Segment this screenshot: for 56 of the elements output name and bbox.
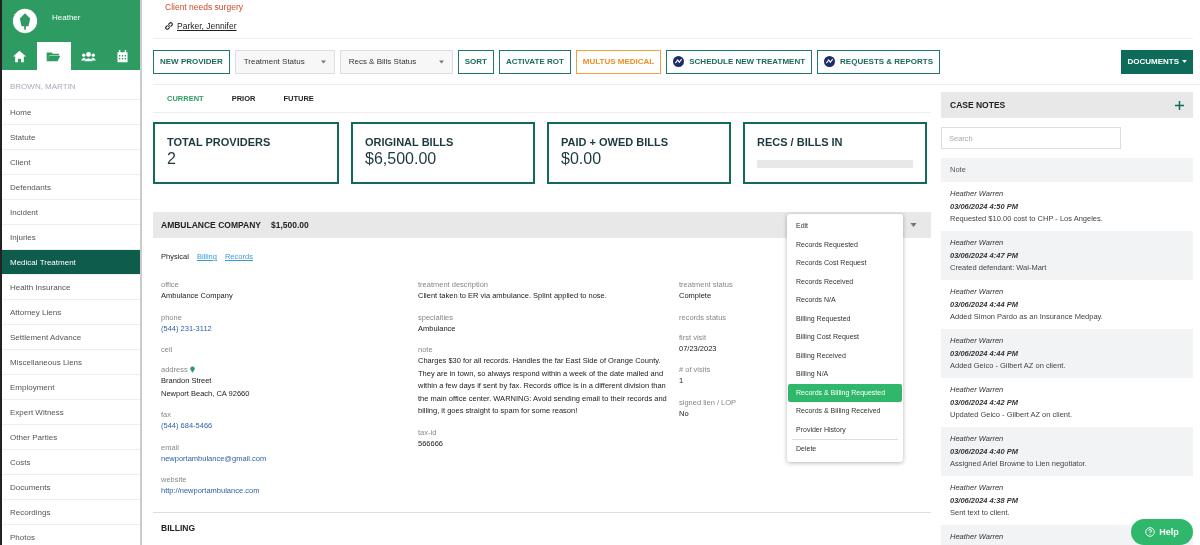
sidebar-item[interactable]: Defendants bbox=[2, 175, 140, 200]
sidebar-item[interactable]: Miscellaneous Liens bbox=[2, 350, 140, 375]
caret-icon[interactable] bbox=[910, 223, 917, 227]
status-dropdown[interactable]: Treatment Status bbox=[234, 49, 335, 74]
caret-icon bbox=[1182, 60, 1187, 63]
section-title: BILLING bbox=[153, 511, 931, 543]
stat-title: PAID + OWED BILLS bbox=[561, 136, 670, 148]
stat-value: $6,500.00 bbox=[365, 150, 438, 168]
provider-amount: $1,500.00 bbox=[270, 220, 309, 230]
people-icon bbox=[80, 49, 96, 63]
sidebar-item[interactable]: Settlement Advance bbox=[2, 325, 140, 350]
status-dropdown[interactable]: Recs & Bills Status bbox=[339, 49, 453, 74]
client-name: BROWN, MARTIN bbox=[2, 70, 140, 100]
toolbar-button[interactable]: NEW PROVIDER bbox=[153, 49, 230, 74]
stat-title: ORIGINAL BILLS bbox=[365, 136, 455, 148]
sidebar-item[interactable]: Incident bbox=[2, 200, 140, 225]
map-pin-icon bbox=[189, 366, 195, 373]
toolbar-button[interactable]: SORT bbox=[457, 49, 494, 74]
sidebar-item[interactable]: Documents bbox=[2, 475, 140, 500]
sidebar-item[interactable]: Photos bbox=[2, 525, 140, 545]
stat-value: $0.00 bbox=[561, 150, 603, 168]
documents-button[interactable]: DOCUMENTS bbox=[1121, 49, 1193, 74]
stat-title: RECS / BILLS IN bbox=[757, 136, 844, 148]
toolbar-button[interactable]: SCHEDULE NEW TREATMENT bbox=[666, 49, 813, 74]
linked-case-link[interactable]: Parker, Jennifer bbox=[177, 21, 237, 31]
sidebar-item[interactable]: Recordings bbox=[2, 500, 140, 525]
leaf-logo-icon bbox=[12, 8, 38, 34]
stat-value: 2 bbox=[167, 150, 177, 168]
logo-icon bbox=[824, 56, 836, 67]
user-name: Heather bbox=[52, 13, 81, 22]
calendar-icon bbox=[115, 49, 131, 63]
provider-name: AMBULANCE COMPANY bbox=[161, 220, 261, 230]
nav-tab[interactable] bbox=[36, 42, 71, 70]
help-icon bbox=[1145, 527, 1156, 537]
caret-icon bbox=[438, 59, 444, 64]
sidebar-item[interactable]: Other Parties bbox=[2, 425, 140, 450]
sidebar-item[interactable]: Employment bbox=[2, 375, 140, 400]
folder-icon bbox=[46, 49, 62, 63]
caret-icon bbox=[320, 59, 326, 64]
sidebar-item[interactable]: Costs bbox=[2, 450, 140, 475]
sidebar-item[interactable]: Medical Treatment bbox=[2, 250, 140, 275]
sidebar-item[interactable]: Client bbox=[2, 150, 140, 175]
alert-text: Client needs surgery bbox=[164, 1, 244, 14]
panel-title: CASE NOTES bbox=[950, 100, 1006, 110]
sidebar-item[interactable]: Attorney Liens bbox=[2, 300, 140, 325]
sidebar-item[interactable]: Home bbox=[2, 100, 140, 125]
stat-title: TOTAL PROVIDERS bbox=[167, 136, 272, 148]
sidebar-item[interactable]: Statute bbox=[2, 125, 140, 150]
link-icon bbox=[164, 21, 174, 31]
toolbar-button[interactable]: ACTIVATE ROT bbox=[498, 49, 571, 74]
toolbar-button[interactable]: REQUESTS & REPORTS bbox=[817, 49, 940, 74]
home-icon bbox=[11, 49, 27, 63]
sidebar-item[interactable]: Expert Witness bbox=[2, 400, 140, 425]
sidebar-item[interactable]: Health Insurance bbox=[2, 275, 140, 300]
add-icon[interactable] bbox=[1175, 100, 1184, 110]
logo-icon bbox=[673, 56, 685, 67]
